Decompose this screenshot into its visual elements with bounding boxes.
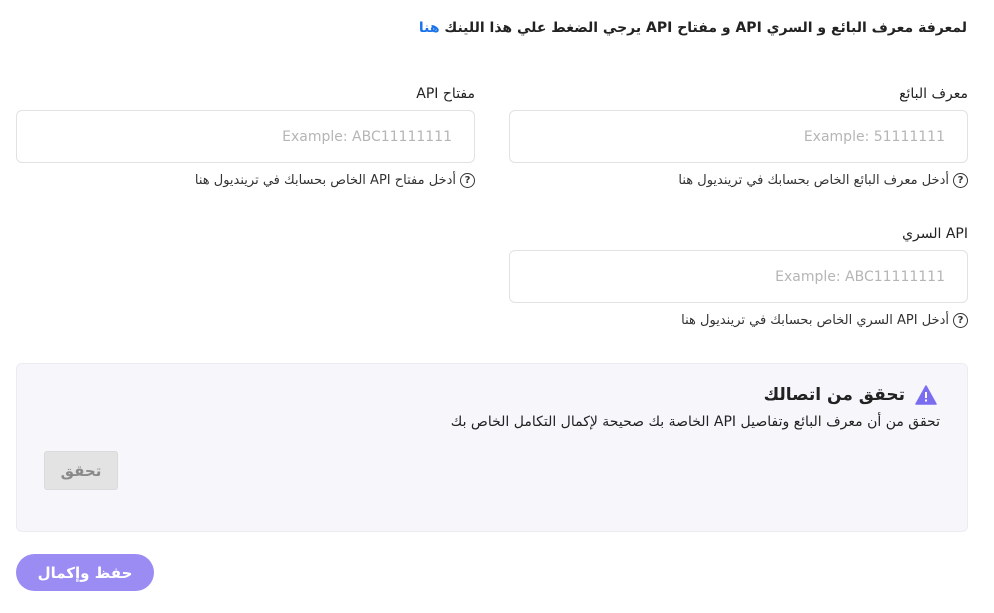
api-secret-field: API السري ? أدخل API السري الخاص بحسابك … [509,226,968,328]
api-secret-help: ? أدخل API السري الخاص بحسابك في ترينديو… [509,313,968,328]
verify-title-row: تحقق من اتصالك [764,385,937,405]
api-key-input[interactable] [16,110,475,163]
question-circle-icon: ? [953,173,968,188]
api-key-help: ? أدخل مفتاح API الخاص بحسابك في ترينديو… [16,173,475,188]
question-circle-icon: ? [953,313,968,328]
vendor-id-input[interactable] [509,110,968,163]
vendor-id-help-text: أدخل معرف البائع الخاص بحسابك في ترينديو… [678,173,949,188]
verify-connection-panel: تحقق من اتصالك تحقق من أن معرف البائع وت… [16,363,968,532]
warning-icon [915,385,937,405]
verify-button[interactable]: تحقق [44,451,118,490]
intro-text: لمعرفة معرف البائع و السري API و مفتاح A… [419,20,967,36]
save-and-continue-button[interactable]: حفظ وإكمال [16,554,154,591]
intro-link[interactable]: هنا [419,20,440,36]
api-key-field: مفتاح API ? أدخل مفتاح API الخاص بحسابك … [16,86,475,188]
api-key-help-text: أدخل مفتاح API الخاص بحسابك في ترينديول … [194,173,456,188]
vendor-id-help: ? أدخل معرف البائع الخاص بحسابك في تريند… [509,173,968,188]
verify-description: تحقق من أن معرف البائع وتفاصيل API الخاص… [450,414,940,430]
intro-message: لمعرفة معرف البائع و السري API و مفتاح A… [439,20,967,36]
api-secret-input[interactable] [509,250,968,303]
question-circle-icon: ? [460,173,475,188]
vendor-id-field: معرف البائع ? أدخل معرف البائع الخاص بحس… [509,86,968,188]
vendor-id-label: معرف البائع [899,86,968,102]
api-secret-help-text: أدخل API السري الخاص بحسابك في ترينديول … [681,313,949,328]
verify-title: تحقق من اتصالك [763,385,905,405]
api-secret-label: API السري [902,226,968,242]
api-key-label: مفتاح API [416,86,475,102]
